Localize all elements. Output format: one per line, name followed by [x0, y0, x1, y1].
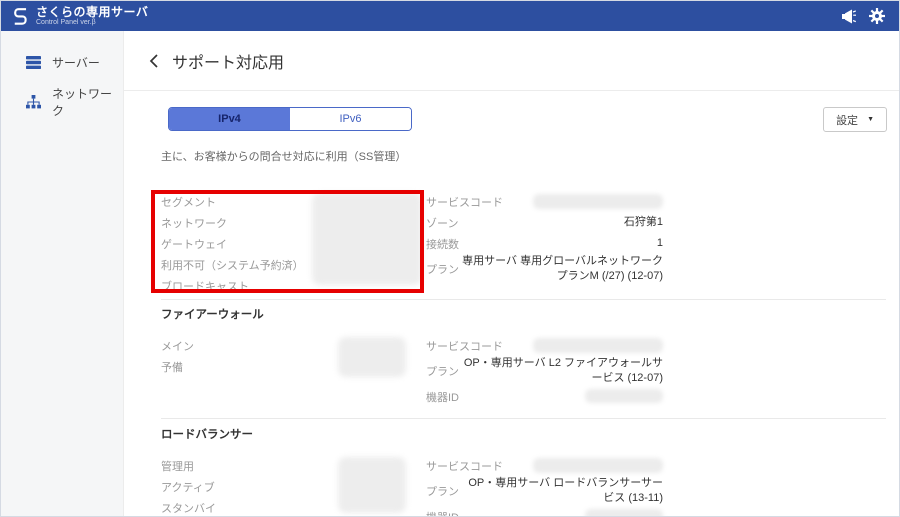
section-body: セグメントネットワークゲートウェイ利用不可（システム予約済） ブロードキャスト サー… [161, 191, 671, 296]
page-description: 主に、お客様からの問合せ対応に利用（SS管理） [161, 148, 406, 164]
field-label: 予備 [161, 359, 183, 375]
tab-ipv6[interactable]: IPv6 [290, 108, 411, 130]
caret-down-icon: ▼ [867, 116, 874, 123]
sakura-logo-icon [11, 6, 30, 27]
sidebar-item-network[interactable]: ネットワーク [1, 78, 123, 126]
settings-button[interactable]: 設定 ▼ [823, 107, 887, 132]
app-subtitle: Control Panel ver.β [36, 19, 148, 27]
sidebar-item-label: ネットワーク [52, 85, 123, 119]
section-global-network: セグメントネットワークゲートウェイ利用不可（システム予約済） ブロードキャスト サー… [161, 191, 671, 296]
tab-ipv4[interactable]: IPv4 [169, 108, 290, 130]
field-label: ブロードキャスト [161, 278, 249, 294]
field-column-right: サービスコードプランOP・専用サーバ L2 ファイアウォールサービス (12-0… [426, 335, 663, 407]
field-value [503, 338, 663, 353]
back-chevron-icon[interactable] [149, 53, 159, 69]
field-row: ゾーン石狩第1 [426, 212, 663, 233]
redacted-value [585, 389, 663, 403]
field-row: 機器ID [426, 506, 663, 516]
field-column-left: 管理用アクティブスタンバイ [161, 455, 424, 516]
sidebar-item-label: サーバー [52, 54, 100, 71]
section-divider [161, 418, 886, 419]
logo-text: さくらの専用サーバ Control Panel ver.β [36, 6, 148, 27]
announcement-megaphone-icon[interactable] [840, 9, 857, 24]
app-title: さくらの専用サーバ [36, 6, 148, 19]
section-body: メイン予備サービスコードプランOP・専用サーバ L2 ファイアウォールサービス … [161, 335, 671, 407]
field-label: プラン [426, 363, 459, 379]
main-content: サポート対応用 IPv4IPv6 設定 ▼ 主に、お客様からの問合せ対応に利用（… [124, 31, 899, 516]
redacted-value [312, 193, 422, 285]
field-label: サービスコード [426, 458, 503, 474]
header-icons [840, 8, 889, 24]
redacted-value [338, 457, 406, 513]
app-window: さくらの専用サーバ Control Panel ver.β [0, 0, 900, 517]
field-label: セグメント [161, 194, 216, 210]
redacted-value [533, 458, 663, 473]
server-icon [26, 56, 41, 69]
tab-group: IPv4IPv6 [168, 107, 412, 131]
settings-gear-icon[interactable] [869, 8, 885, 24]
field-value: 1 [459, 236, 663, 251]
field-row: 接続数1 [426, 233, 663, 254]
page-header: サポート対応用 [124, 31, 899, 91]
field-row: サービスコード [426, 335, 663, 356]
field-label: ゾーン [426, 215, 458, 231]
settings-button-label: 設定 [836, 112, 858, 128]
field-column-left: セグメントネットワークゲートウェイ利用不可（システム予約済） ブロードキャスト [161, 191, 424, 296]
redacted-value [533, 194, 663, 209]
field-label: 機器ID [426, 389, 459, 405]
field-label: 管理用 [161, 458, 194, 474]
field-value: 専用サーバ 専用グローバルネットワーク プランM (/27) (12-07) [459, 254, 663, 284]
header: さくらの専用サーバ Control Panel ver.β [1, 1, 899, 31]
field-label: メイン [161, 338, 194, 354]
section-firewall: ファイアーウォールメイン予備サービスコードプランOP・専用サーバ L2 ファイア… [161, 308, 671, 407]
field-label: ゲートウェイ [161, 236, 227, 252]
field-value: OP・専用サーバ ロードバランサーサービス (13-11) [459, 476, 663, 506]
field-value [459, 389, 663, 404]
section-heading: ファイアーウォール [161, 308, 671, 322]
field-label: ネットワーク [161, 215, 227, 231]
field-label: サービスコード [426, 338, 503, 354]
logo[interactable]: さくらの専用サーバ Control Panel ver.β [11, 6, 148, 27]
field-value [459, 509, 663, 516]
field-row: プランOP・専用サーバ ロードバランサーサービス (13-11) [426, 476, 663, 506]
field-label: 接続数 [426, 236, 459, 252]
network-icon [26, 95, 41, 109]
field-row: サービスコード [426, 191, 663, 212]
section-body: 管理用アクティブスタンバイサービスコードプランOP・専用サーバ ロードバランサー… [161, 455, 671, 516]
field-value: 石狩第1 [458, 215, 663, 230]
field-row: プランOP・専用サーバ L2 ファイアウォールサービス (12-07) [426, 356, 663, 386]
field-label: プラン [426, 483, 459, 499]
field-value [503, 458, 663, 473]
field-row: サービスコード [426, 455, 663, 476]
field-column-left: メイン予備 [161, 335, 424, 407]
field-label: アクティブ [161, 479, 215, 495]
redacted-value [585, 509, 663, 516]
field-label: プラン [426, 261, 459, 277]
redacted-value [533, 338, 663, 353]
field-row: プラン専用サーバ 専用グローバルネットワーク プランM (/27) (12-07… [426, 254, 663, 284]
field-value [503, 194, 663, 209]
section-load-balancer: ロードバランサー管理用アクティブスタンバイサービスコードプランOP・専用サーバ … [161, 428, 671, 516]
field-label: 機器ID [426, 509, 459, 517]
field-column-right: サービスコードプランOP・専用サーバ ロードバランサーサービス (13-11)機… [426, 455, 663, 516]
sidebar: サーバー ネットワーク [1, 31, 124, 516]
field-value: OP・専用サーバ L2 ファイアウォールサービス (12-07) [459, 356, 663, 386]
field-column-right: サービスコードゾーン石狩第1接続数1プラン専用サーバ 専用グローバルネットワーク… [426, 191, 663, 296]
field-row: 機器ID [426, 386, 663, 407]
redacted-value [338, 337, 406, 377]
field-label: 利用不可（システム予約済） [161, 257, 304, 273]
field-label: サービスコード [426, 194, 503, 210]
section-divider [161, 299, 886, 300]
sidebar-item-server[interactable]: サーバー [1, 47, 123, 78]
page-title: サポート対応用 [172, 49, 284, 73]
toolbar: IPv4IPv6 設定 ▼ [168, 107, 887, 132]
section-heading: ロードバランサー [161, 428, 671, 442]
field-label: スタンバイ [161, 500, 216, 516]
